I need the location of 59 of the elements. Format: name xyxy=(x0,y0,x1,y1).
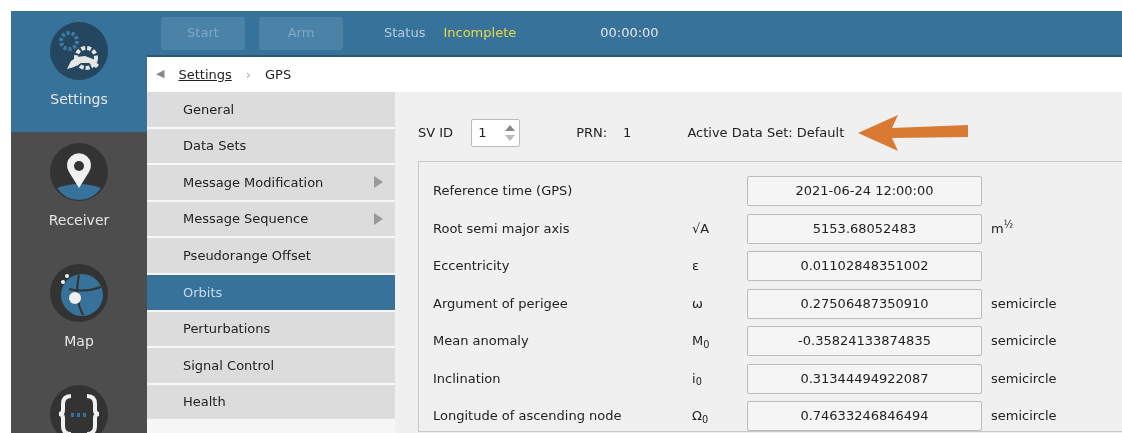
menu-item[interactable]: Health xyxy=(147,384,395,420)
parameter-label: Inclination xyxy=(433,369,502,388)
status-label: Status xyxy=(384,24,426,43)
parameter-unit: m$^{½}$ xyxy=(991,218,1014,238)
menu-item[interactable]: Data Sets xyxy=(147,128,395,164)
parameter-symbol: i$_{0}$ xyxy=(692,370,702,386)
braces-icon xyxy=(49,384,109,433)
parameter-value-field[interactable]: 0.01102848351002 xyxy=(747,251,982,281)
parameter-label: Longitude of ascending node xyxy=(433,407,623,426)
parameter-label: Argument of perigee xyxy=(433,294,569,313)
parameter-value-field[interactable]: 2021-06-24 12:00:00 xyxy=(747,176,982,206)
submenu-arrow-icon xyxy=(374,176,383,189)
nav-label: Settings xyxy=(50,90,108,109)
parameter-symbol: ε xyxy=(692,258,700,274)
parameter-unit: semicircle xyxy=(991,407,1057,426)
parameter-label: Reference time (GPS) xyxy=(433,182,574,201)
location-pin-icon xyxy=(49,142,109,202)
parameter-symbol: Ω$_{0}$ xyxy=(692,408,709,424)
nav-item[interactable]: Settings xyxy=(11,11,147,132)
parameter-value-field[interactable]: -0.35824133874835 xyxy=(747,326,982,356)
parameter-unit: semicircle xyxy=(991,294,1057,313)
status-value: Incomplete xyxy=(443,24,517,43)
back-arrow[interactable]: ◀ xyxy=(156,66,165,83)
breadcrumb-link[interactable]: Settings xyxy=(178,64,232,85)
menu-item[interactable]: Orbits xyxy=(147,274,395,310)
menu-item[interactable]: Message Modification xyxy=(147,165,395,200)
submenu-arrow-icon xyxy=(374,213,383,226)
menu-item[interactable]: Message Sequence xyxy=(147,201,395,237)
parameter-label: Root semi major axis xyxy=(433,219,571,238)
gears-icon xyxy=(49,21,109,81)
prn-value: 1 xyxy=(623,124,632,143)
sv-id-label: SV ID xyxy=(418,124,454,143)
menu-item[interactable]: Signal Control xyxy=(147,348,395,383)
parameter-symbol: M$_{0}$ xyxy=(692,333,710,349)
parameter-label: Mean anomaly xyxy=(433,332,530,351)
nav-item[interactable]: Receiver xyxy=(11,132,147,253)
nav-label: Receiver xyxy=(48,211,110,230)
parameter-value-field[interactable]: 0.31344494922087 xyxy=(747,363,982,394)
nav-item[interactable]: Map xyxy=(11,253,147,374)
menu-item[interactable]: Pseudorange Offset xyxy=(147,238,395,273)
breadcrumb-current: GPS xyxy=(265,65,292,84)
parameter-symbol: ω xyxy=(692,295,703,311)
parameter-label: Eccentricity xyxy=(433,257,511,276)
parameter-value-field[interactable]: 5153.68052483 xyxy=(747,213,982,244)
menu-item[interactable]: Perturbations xyxy=(147,311,395,347)
parameter-symbol: √A xyxy=(692,220,710,236)
parameter-unit: semicircle xyxy=(991,369,1057,388)
nav-label: Map xyxy=(64,332,94,351)
sv-id-spinbox[interactable]: 1 xyxy=(471,119,521,147)
breadcrumb-separator: › xyxy=(245,65,251,84)
parameter-unit: semicircle xyxy=(991,332,1057,351)
menu-item[interactable]: General xyxy=(147,92,395,127)
elapsed-time: 00:00:00 xyxy=(600,24,659,43)
prn-label: PRN: xyxy=(576,124,608,143)
parameter-value-field[interactable]: 0.74633246846494 xyxy=(747,401,982,431)
active-data-set-text: Active Data Set: Default xyxy=(687,124,845,143)
arrow-icon xyxy=(858,113,971,153)
parameter-value-field[interactable]: 0.27506487350910 xyxy=(747,288,982,319)
globe-icon xyxy=(49,263,109,323)
